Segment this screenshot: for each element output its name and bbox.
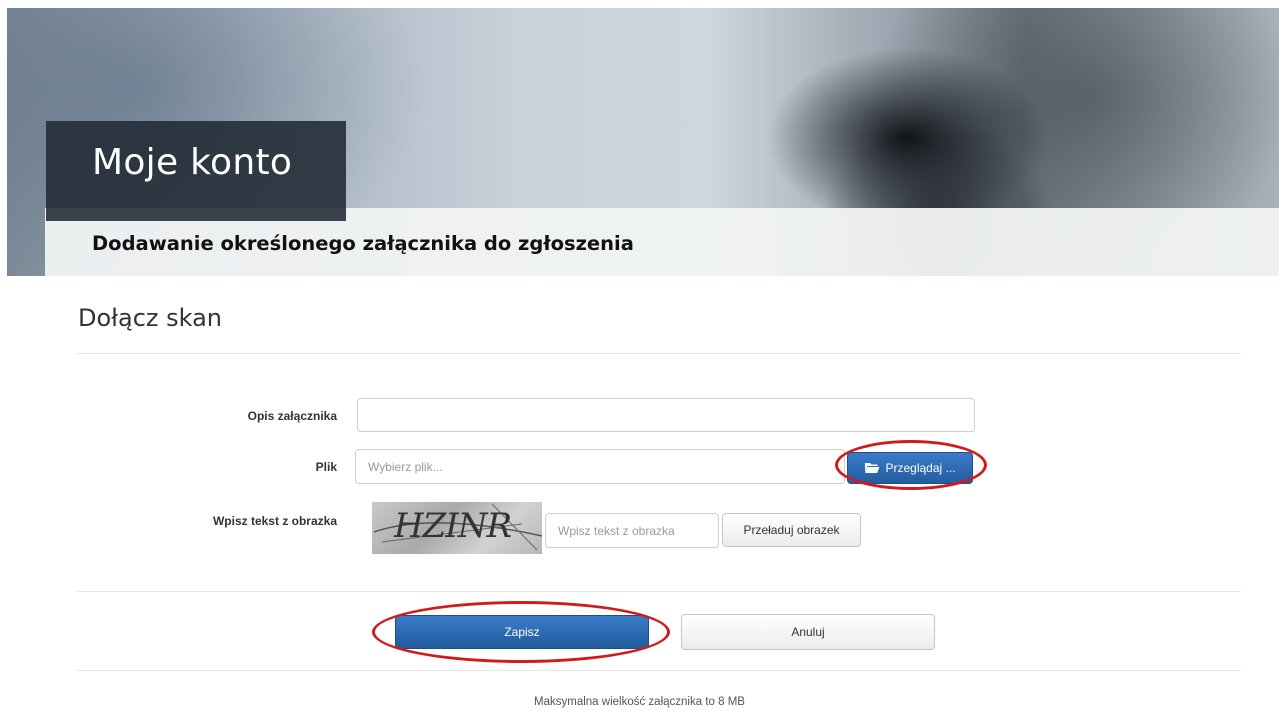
divider <box>77 353 1241 354</box>
cancel-button[interactable]: Anuluj <box>681 614 935 650</box>
annotation-ellipse-browse <box>835 440 987 490</box>
captcha-input[interactable]: Wpisz tekst z obrazka <box>545 513 719 548</box>
captcha-text: HZINR <box>394 506 512 546</box>
annotation-ellipse-save <box>372 601 670 663</box>
captcha-input-placeholder: Wpisz tekst z obrazka <box>558 523 675 538</box>
description-input[interactable] <box>357 398 975 432</box>
divider <box>77 670 1241 671</box>
file-size-note: Maksymalna wielkość załącznika to 8 MB <box>534 696 745 708</box>
file-input[interactable]: Wybierz plik... <box>355 449 845 484</box>
page-title: Moje konto <box>92 142 293 183</box>
file-label: Plik <box>315 460 337 474</box>
description-label: Opis załącznika <box>247 409 337 423</box>
captcha-image: HZINR <box>372 502 542 554</box>
reload-captcha-button[interactable]: Przeładuj obrazek <box>722 513 861 547</box>
captcha-label: Wpisz tekst z obrazka <box>212 514 337 528</box>
section-title: Dołącz skan <box>78 304 223 332</box>
page-subtitle: Dodawanie określonego załącznika do zgło… <box>92 232 634 255</box>
divider <box>77 591 1241 592</box>
